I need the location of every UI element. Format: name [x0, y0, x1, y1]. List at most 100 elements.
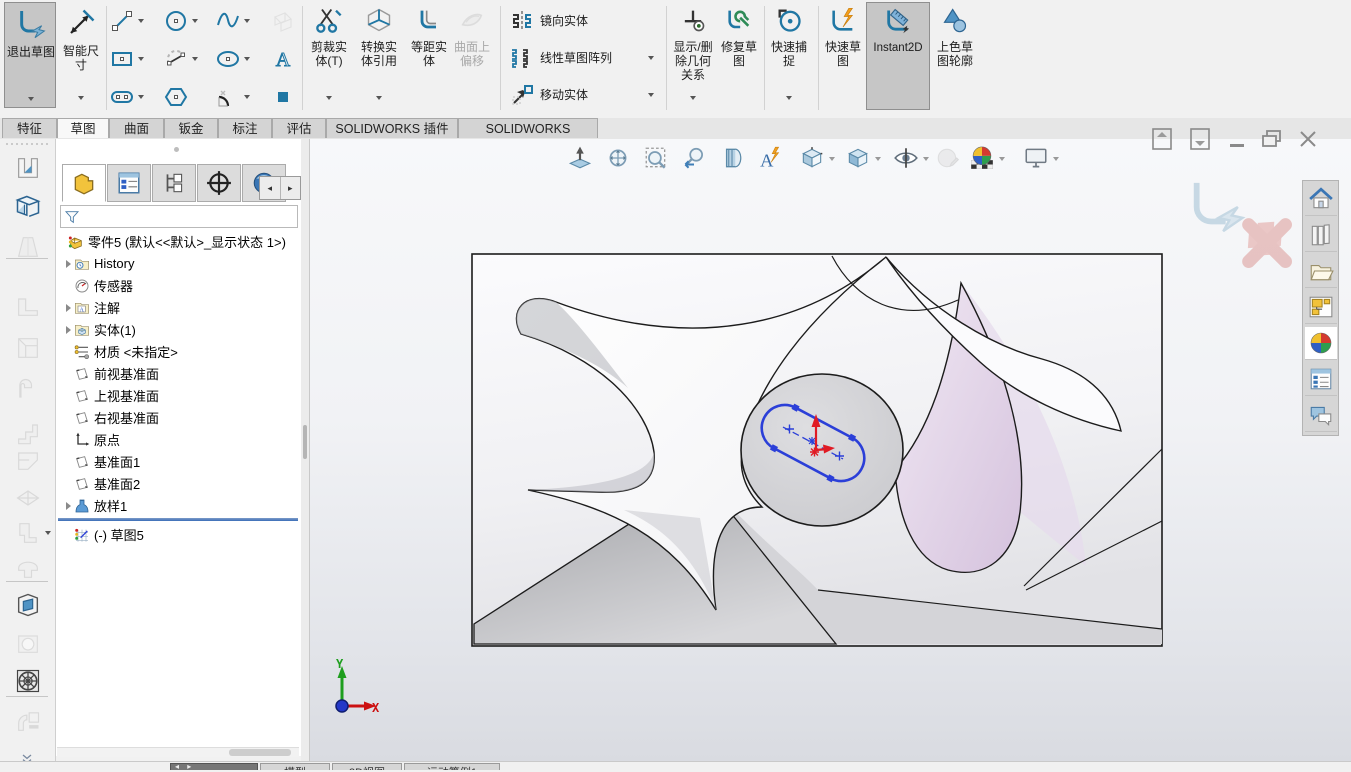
tree-item-plane2[interactable]: 基准面2 [56, 473, 301, 494]
restore-button[interactable] [1258, 126, 1286, 152]
move-entities-button[interactable]: 移动实体 [508, 80, 658, 110]
jog-button[interactable] [13, 417, 43, 447]
cancel-sketch-icon[interactable] [1240, 214, 1292, 270]
dropdown-caret-icon[interactable] [192, 19, 198, 23]
gusset-button[interactable] [13, 553, 43, 583]
dropdown-caret-icon[interactable] [875, 157, 881, 161]
dropdown-caret-icon[interactable] [192, 57, 198, 61]
tab-surfaces[interactable]: 曲面 [109, 118, 164, 138]
slot-tool-button[interactable] [109, 84, 135, 110]
tree-item-annotations[interactable]: A 注解 [56, 297, 301, 318]
ellipse-tool-button[interactable] [215, 46, 241, 72]
collapse-top-button[interactable] [1148, 126, 1176, 152]
display-style-button[interactable] [844, 144, 872, 172]
file-explorer-button[interactable] [1305, 255, 1337, 288]
tree-item-sketch5[interactable]: (-) 草图5 [56, 524, 301, 545]
tree-item-material[interactable]: 材质 <未指定> [56, 341, 301, 362]
dropdown-caret-icon[interactable] [244, 19, 250, 23]
rollback-bar[interactable] [58, 518, 298, 521]
dropdown-caret-icon[interactable] [138, 95, 144, 99]
smart-dimension-button[interactable]: 智能尺寸 [58, 2, 104, 108]
line-tool-button[interactable] [109, 8, 135, 34]
extruded-cut-button[interactable] [13, 590, 43, 620]
display-delete-relations-button[interactable]: 显示/删除几何关系 [670, 2, 716, 108]
tree-item-history[interactable]: History [56, 253, 301, 274]
tree-item-plane1[interactable]: 基准面1 [56, 451, 301, 472]
dropdown-caret-icon[interactable] [648, 93, 654, 97]
circle-tool-button[interactable] [163, 8, 189, 34]
dropdown-caret-icon[interactable] [244, 95, 250, 99]
shaded-sketch-contours-button[interactable]: 上色草图轮廓 [932, 2, 978, 108]
tree-filter-input[interactable] [60, 205, 298, 228]
expand-arrow-icon[interactable] [66, 259, 71, 268]
tab-solidworks-add-ins[interactable]: SOLIDWORKS 插件 [326, 118, 458, 138]
scroll-left-arrow[interactable]: ◂ [260, 177, 281, 199]
miter-flange-button[interactable] [13, 333, 43, 363]
scrollbar-thumb[interactable] [229, 749, 291, 756]
expand-arrow-icon[interactable] [66, 303, 71, 312]
tree-item-loft1[interactable]: 放样1 [56, 495, 301, 516]
convert-entities-button[interactable]: 转换实体引用 [357, 4, 401, 108]
convert-to-sheet-metal-button[interactable] [13, 192, 43, 222]
dimxpertmanager-tab[interactable] [197, 164, 241, 202]
rapid-sketch-button[interactable]: 快速草图 [820, 2, 866, 108]
unfold-button[interactable] [13, 706, 43, 736]
dropdown-caret-icon[interactable] [1053, 157, 1059, 161]
tree-root-part[interactable]: 零件5 (默认<<默认>_显示状态 1>) [56, 231, 301, 252]
expand-arrow-icon[interactable] [66, 501, 71, 510]
expand-arrow-icon[interactable] [66, 325, 71, 334]
quick-snaps-button[interactable]: 快速捕捉 [766, 2, 812, 108]
polygon-tool-button[interactable] [163, 84, 189, 110]
splitter-handle[interactable] [303, 425, 307, 459]
appearances-scenes-button[interactable] [1305, 327, 1337, 360]
view-orientation-button[interactable] [798, 144, 826, 172]
home-button[interactable] [1305, 183, 1337, 216]
zoom-to-fit-button[interactable] [604, 144, 632, 172]
section-view-button[interactable] [718, 144, 746, 172]
dropdown-caret-icon[interactable] [376, 96, 382, 100]
tree-item-sensors[interactable]: 传感器 [56, 275, 301, 296]
dropdown-caret-icon[interactable] [829, 157, 835, 161]
repair-sketch-button[interactable]: 修复草图 [716, 2, 762, 108]
tab-features[interactable]: 特征 [2, 118, 57, 138]
vent-button[interactable] [13, 666, 43, 696]
tree-item-top-plane[interactable]: 上视基准面 [56, 385, 301, 406]
design-library-button[interactable] [1305, 219, 1337, 252]
exit-sketch-confirm-icon[interactable] [1185, 178, 1247, 236]
offset-entities-button[interactable]: 等距实体 [407, 4, 451, 108]
tab-solidworks-inspection[interactable]: SOLIDWORKS Inspection [458, 118, 598, 156]
tab-sketch[interactable]: 草图 [57, 118, 109, 138]
scroll-right-arrow[interactable]: ▸ [281, 177, 301, 199]
cross-break-button[interactable] [13, 483, 43, 513]
dropdown-caret-icon[interactable] [244, 57, 250, 61]
tree-item-solid-bodies[interactable]: 实体(1) [56, 319, 301, 340]
dropdown-caret-icon[interactable] [326, 96, 332, 100]
arc-tool-button[interactable] [163, 46, 189, 72]
dropdown-caret-icon[interactable] [648, 56, 654, 60]
dropdown-caret-icon[interactable] [690, 96, 696, 100]
annotation-views-button[interactable]: A [756, 144, 784, 172]
propertymanager-tab[interactable] [107, 164, 151, 202]
exit-sketch-button[interactable]: 退出草图 [4, 2, 56, 108]
trim-entities-button[interactable]: 剪裁实体(T) [307, 4, 351, 108]
linear-sketch-pattern-button[interactable]: 线性草图阵列 [508, 43, 658, 73]
close-button[interactable] [1294, 126, 1322, 152]
view-normal-to-button[interactable] [566, 144, 594, 172]
hem-button[interactable] [13, 375, 43, 405]
dropdown-caret-icon[interactable] [45, 531, 51, 535]
tree-item-front-plane[interactable]: 前视基准面 [56, 363, 301, 384]
hide-show-items-button[interactable] [892, 144, 920, 172]
solidworks-forum-button[interactable] [1305, 399, 1337, 432]
dropdown-caret-icon[interactable] [138, 57, 144, 61]
fillet-tool-button[interactable] [215, 84, 241, 110]
dropdown-caret-icon[interactable] [786, 96, 792, 100]
view-palette-button[interactable] [1305, 291, 1337, 324]
custom-properties-button[interactable] [1305, 363, 1337, 396]
tree-item-origin[interactable]: 原点 [56, 429, 301, 450]
zoom-to-area-button[interactable] [642, 144, 670, 172]
apply-scene-button[interactable] [968, 144, 996, 172]
previous-view-button[interactable] [680, 144, 708, 172]
dropdown-caret-icon[interactable] [78, 96, 84, 100]
collapse-bottom-button[interactable] [1186, 126, 1214, 152]
view-settings-button[interactable] [1022, 144, 1050, 172]
